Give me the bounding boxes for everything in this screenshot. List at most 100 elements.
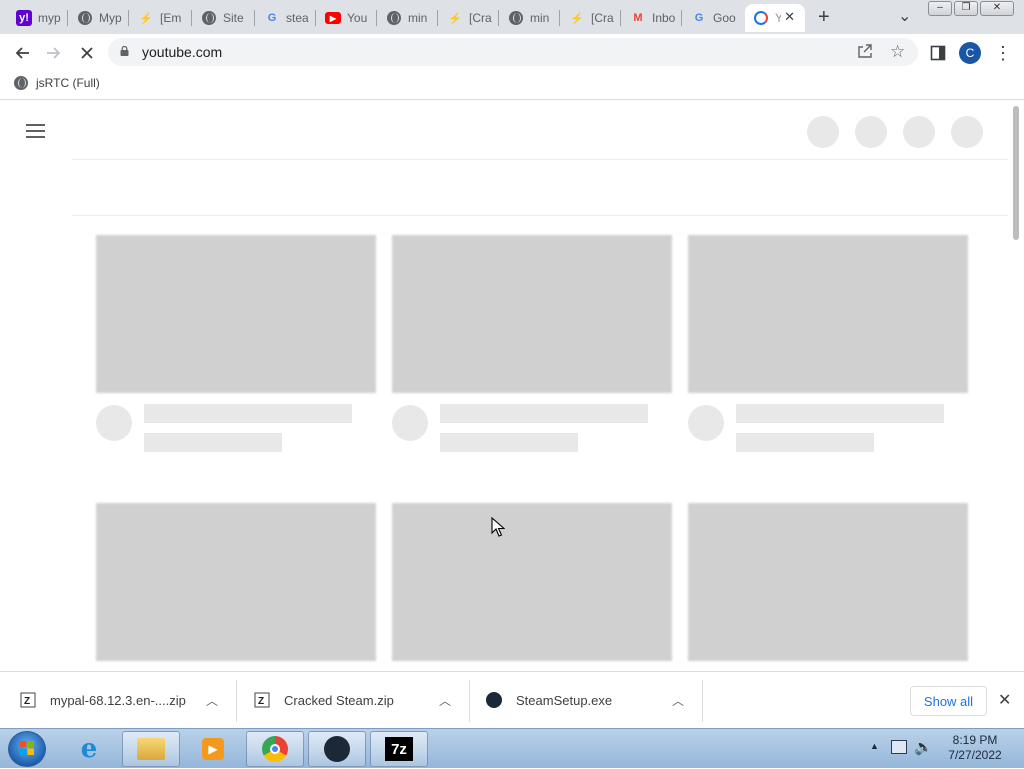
tab-min-1[interactable]: min [378,4,438,32]
google-icon: G [694,12,704,24]
tab-title: Myp [99,11,122,25]
yahoo-icon: y! [16,10,32,26]
lock-icon[interactable] [120,46,129,56]
bookmark-jsrtc[interactable]: jsRTC (Full) [14,76,100,90]
steam-icon [324,736,350,762]
scrollbar-thumb[interactable] [1013,106,1019,240]
download-filename: Cracked Steam.zip [284,692,394,708]
tab-cra-2[interactable]: ⚡ [Cra [561,4,621,32]
zip-archive-icon: Z [20,692,36,708]
tab-search-button[interactable]: ⌄ [898,6,911,26]
taskbar-7zip[interactable]: 7z [370,731,428,767]
divider [72,215,1008,216]
crack-site-icon: ⚡ [139,12,153,25]
browser-toolbar: youtube.com ☆ C ⋮ [0,34,1024,70]
new-tab-button[interactable]: + [818,6,830,29]
address-bar[interactable]: youtube.com ☆ [108,38,918,66]
tab-min-2[interactable]: min [500,4,560,32]
tab-site[interactable]: Site [193,4,255,32]
skeleton-header-button [807,116,839,148]
tab-title: You [347,11,368,25]
close-window-button[interactable]: ✕ [980,1,1014,16]
taskbar-chrome[interactable] [246,731,304,767]
forward-arrow-icon[interactable] [43,42,65,64]
back-arrow-icon[interactable] [11,42,33,64]
chevron-up-icon[interactable]: ︿ [439,692,451,709]
tab-yahoo[interactable]: y! myp [8,4,68,32]
tab-em[interactable]: ⚡ [Em [130,4,192,32]
tab-youtube-active[interactable]: Y ✕ [745,4,805,32]
globe-icon [201,10,217,26]
tab-title: Inbo [652,11,676,25]
stop-loading-icon[interactable] [76,42,98,64]
system-clock[interactable]: 8:19 PM 7/27/2022 [940,733,1010,763]
close-downloads-icon[interactable]: ✕ [998,690,1011,710]
channel-avatar-placeholder [688,405,724,441]
downloads-bar: Z mypal-68.12.3.en-....zip ︿ Z Cracked S… [0,671,1024,728]
taskbar-windows-explorer[interactable] [122,731,180,767]
crack-site-icon: ⚡ [448,12,462,25]
profile-avatar[interactable]: C [959,42,981,64]
meta-placeholder [144,433,282,452]
windows-taskbar: e ▶ 7z ▲ 🔈 8:19 PM 7/27/2022 [0,728,1024,768]
download-item[interactable]: Z Cracked Steam.zip ︿ [254,672,470,728]
show-hidden-icons-button[interactable]: ▲ [870,741,879,751]
download-item[interactable]: SteamSetup.exe ︿ [486,672,702,728]
menu-kebab-icon[interactable]: ⋮ [992,42,1014,64]
page-content [0,101,1008,671]
title-placeholder [144,404,352,423]
skeleton-header-button [903,116,935,148]
tab-gmail[interactable]: M Inbo [622,4,682,32]
tab-title: [Cra [591,11,614,25]
tab-close-button[interactable]: ✕ [784,9,795,25]
chevron-up-icon[interactable]: ︿ [672,692,684,709]
taskbar-media-player[interactable]: ▶ [184,731,242,767]
google-icon: G [267,12,277,24]
windows-logo-icon [20,741,34,755]
taskbar-internet-explorer[interactable]: e [60,731,118,767]
svg-text:Z: Z [24,696,30,707]
maximize-button[interactable]: ❐ [954,1,978,16]
url-text[interactable]: youtube.com [142,44,222,60]
tab-google[interactable]: G Goo [683,4,743,32]
share-icon[interactable] [857,43,873,62]
skeleton-header-button [951,116,983,148]
title-placeholder [736,404,944,423]
minimize-button[interactable]: – [928,1,952,16]
video-thumbnail-placeholder [96,235,376,393]
taskbar-steam[interactable] [308,731,366,767]
network-icon[interactable] [891,740,907,754]
tab-title: Y [775,11,781,25]
channel-avatar-placeholder [96,405,132,441]
meta-placeholder [736,433,874,452]
chevron-up-icon[interactable]: ︿ [206,692,218,709]
tab-mypal[interactable]: Myp [69,4,129,32]
divider [72,159,1008,160]
start-button[interactable] [8,731,46,767]
download-item[interactable]: Z mypal-68.12.3.en-....zip ︿ [20,672,236,728]
bookmark-star-icon[interactable]: ☆ [890,42,905,62]
title-placeholder [440,404,648,423]
tab-cra-1[interactable]: ⚡ [Cra [439,4,499,32]
crack-site-icon: ⚡ [570,12,584,25]
globe-icon [508,10,524,26]
media-player-icon: ▶ [202,738,224,760]
clock-date: 7/27/2022 [948,748,1002,762]
side-panel-icon[interactable] [927,42,949,64]
7zip-icon: 7z [385,737,413,761]
hamburger-menu-icon[interactable] [26,124,45,126]
globe-icon [14,76,28,90]
download-filename: SteamSetup.exe [516,692,613,708]
tab-title: [Em [160,11,182,25]
tab-youtube[interactable]: ▶ You [317,4,377,32]
tab-title: [Cra [469,11,492,25]
vertical-scrollbar[interactable] [1008,101,1024,671]
internet-explorer-icon: e [80,734,98,764]
tab-title: stea [286,11,309,25]
steam-icon [486,692,502,708]
tab-title: Goo [713,11,736,25]
tab-title: min [408,11,428,25]
tab-google-steam[interactable]: G stea [256,4,316,32]
show-all-button[interactable]: Show all [910,686,987,716]
volume-icon[interactable]: 🔈 [914,738,933,756]
